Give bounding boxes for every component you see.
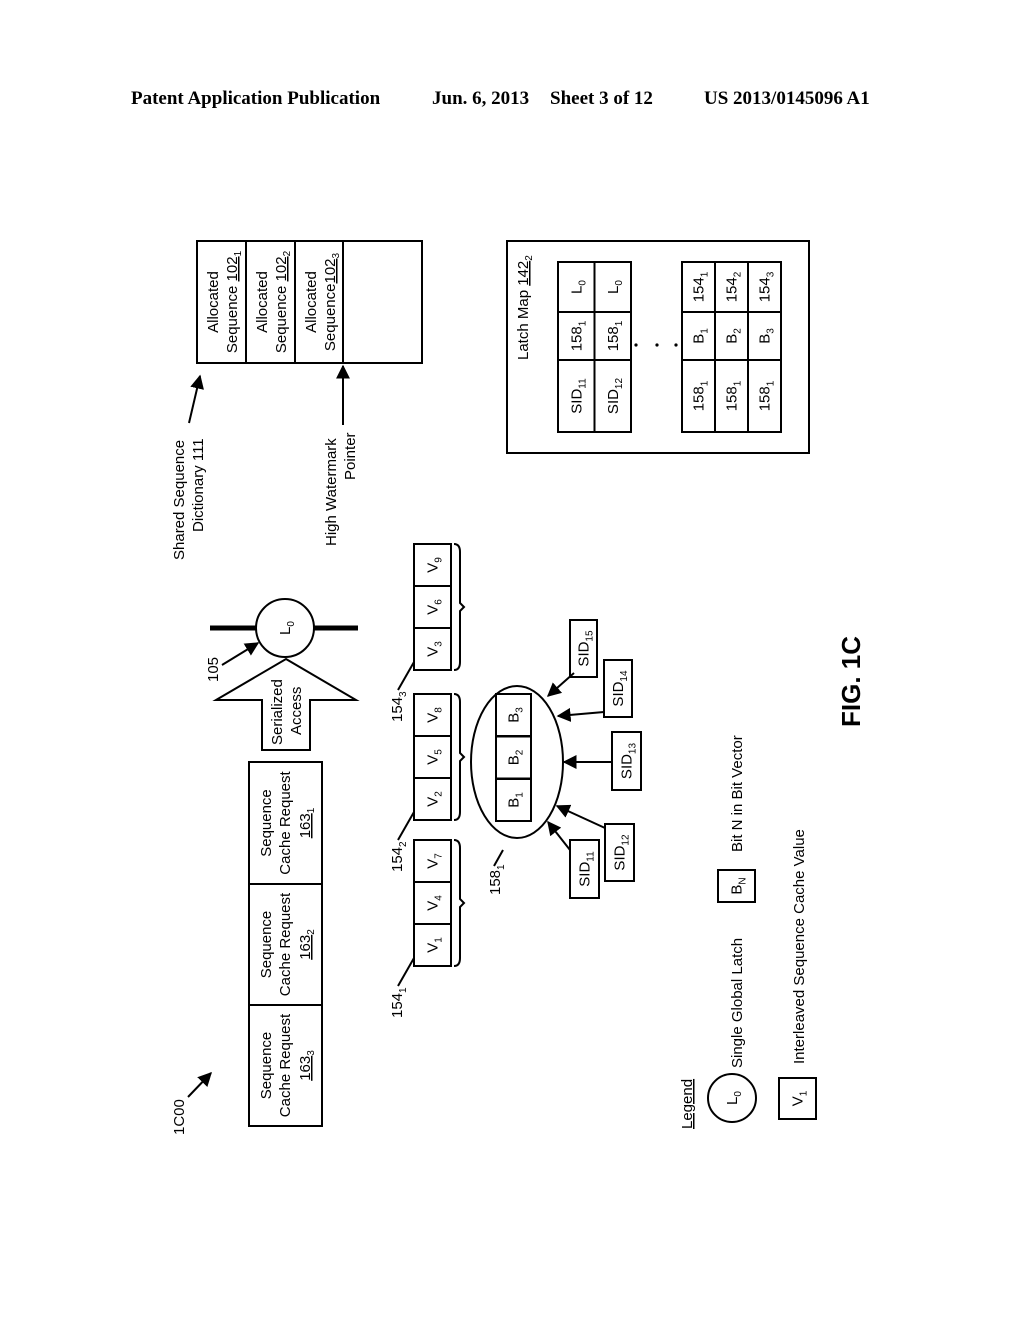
request-line1: Sequence	[258, 1032, 275, 1100]
latch-ref-arrow	[221, 642, 260, 666]
figure-caption: FIG. 1C	[836, 636, 866, 727]
sid-arrow	[555, 804, 606, 829]
legend: Legend L0Single Global LatchBNBit N in B…	[679, 735, 817, 1129]
dictionary-arrow	[188, 374, 204, 424]
latch-map-row: 1581B11541	[681, 261, 716, 433]
sequence-vectors: V1V4V71541V2V5V81542V3V6V91543	[389, 543, 466, 1018]
bit-vector-ref: 1581	[487, 864, 507, 895]
vector-brace	[453, 693, 466, 821]
legend-bit-label: Bit N in Bit Vector	[729, 735, 746, 852]
sid-arrow	[546, 672, 575, 697]
latch-map-row: 1581B31543	[747, 261, 782, 433]
svg-text:Access: Access	[288, 687, 305, 735]
sid-box: SID15	[546, 619, 598, 697]
dictionary-label-1: Shared Sequence	[171, 440, 188, 560]
latch-map: Latch Map 1422 SID111581L0SID121581L0158…	[506, 240, 810, 454]
sid-box: SID11	[547, 820, 600, 899]
shared-sequence-dictionary: Allocated Sequence 1021Allocated Sequence …	[171, 240, 423, 560]
allocated-label: Allocated	[303, 271, 320, 333]
svg-text:1C00: 1C00	[171, 1099, 188, 1135]
bit-vector: B1B2B3 1581	[470, 685, 564, 895]
legend-title: Legend	[679, 1079, 696, 1129]
latch-map-lower-table: 1581B115411581B215421581B31543	[681, 261, 782, 433]
request-line1: Sequence	[258, 789, 275, 857]
vector-ref: 1542	[389, 841, 409, 872]
request-line2: Cache Request	[277, 770, 294, 874]
latch-map-row: 1581B21542	[714, 261, 749, 433]
sequence-cache-requests: Sequence Cache Request 1631Sequence Cache R…	[248, 761, 323, 1127]
figure-id-arrow	[187, 1071, 212, 1098]
request-line2: Cache Request	[277, 1013, 294, 1117]
svg-text:Serialized: Serialized	[269, 679, 286, 745]
latch-map-upper-table: SID111581L0SID121581L0	[557, 261, 632, 433]
vector-ref: 1541	[389, 987, 409, 1018]
request-line1: Sequence	[258, 911, 275, 979]
legend-latch-label: Single Global Latch	[729, 938, 746, 1068]
vector-brace	[453, 839, 466, 967]
watermark-label-2: Pointer	[342, 432, 359, 480]
allocated-label: Allocated	[205, 271, 222, 333]
figure-id-label: 1C00	[171, 1071, 212, 1135]
sid-arrow	[547, 820, 571, 851]
allocated-label: Allocated	[254, 271, 271, 333]
serialized-access-arrow: Serialized Access	[212, 657, 360, 751]
request-line2: Cache Request	[277, 892, 294, 996]
watermark-label-1: High Watermark	[323, 438, 340, 546]
sid-box: SID13	[562, 731, 642, 791]
figure-1c-diagram: 1C00 Allocated Sequence 1021Allocated Sequ…	[171, 240, 866, 1135]
latch-ref: 105	[205, 657, 222, 682]
vector-brace	[453, 543, 466, 671]
latch-map-row: SID121581L0	[593, 261, 632, 433]
dictionary-label-2: Dictionary 111	[190, 438, 207, 532]
legend-vector-label: Interleaved Sequence Cache Value	[791, 829, 808, 1064]
vector-ref: 1543	[389, 691, 409, 722]
latch-map-row: SID111581L0	[557, 261, 596, 433]
sid-arrow	[556, 707, 605, 722]
